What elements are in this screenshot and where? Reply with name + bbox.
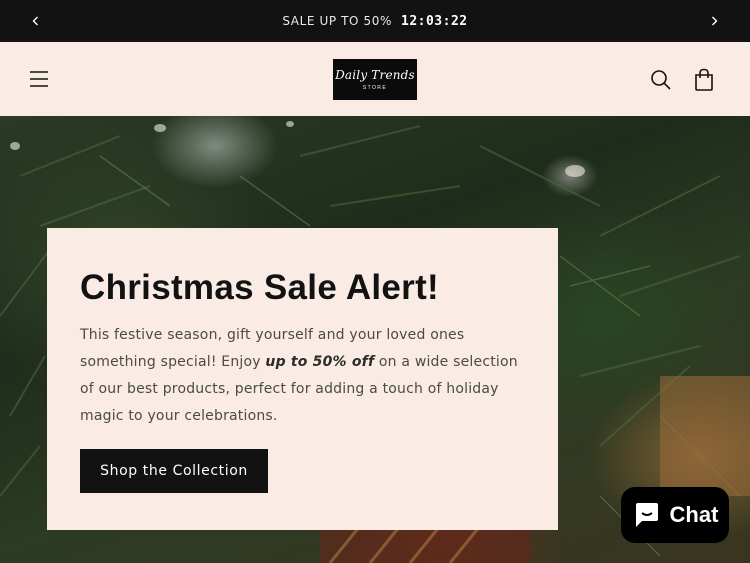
cart-button[interactable] xyxy=(690,66,718,94)
logo-subtitle: STORE xyxy=(362,85,388,91)
store-logo[interactable]: Daily Trends STORE xyxy=(333,59,417,100)
announcement-bar: SALE UP TO 50% 12:03:22 xyxy=(0,0,750,42)
chevron-left-icon xyxy=(32,16,38,26)
search-button[interactable] xyxy=(648,67,674,93)
logo-title: Daily Trends xyxy=(335,68,415,82)
promo-card: Christmas Sale Alert! This festive seaso… xyxy=(47,228,558,530)
chat-widget-button[interactable]: Chat xyxy=(621,487,729,543)
promo-description: This festive season, gift yourself and y… xyxy=(80,322,530,430)
search-icon xyxy=(651,70,671,90)
promo-discount-highlight: up to 50% off xyxy=(265,354,375,370)
announcement-next-button[interactable] xyxy=(694,0,734,42)
chat-bubble-icon xyxy=(635,503,658,527)
hamburger-menu-icon xyxy=(30,71,48,87)
shop-collection-button[interactable]: Shop the Collection xyxy=(80,449,268,493)
chat-label: Chat xyxy=(669,502,719,527)
chevron-right-icon xyxy=(712,16,718,26)
shopping-bag-icon xyxy=(695,68,713,91)
site-header: Daily Trends STORE xyxy=(0,42,750,116)
announcement-prev-button[interactable] xyxy=(16,0,56,42)
menu-button[interactable] xyxy=(22,66,56,92)
promo-title: Christmas Sale Alert! xyxy=(80,268,440,307)
countdown-timer: 12:03:22 xyxy=(401,13,468,29)
announcement-text: SALE UP TO 50% xyxy=(282,14,392,28)
